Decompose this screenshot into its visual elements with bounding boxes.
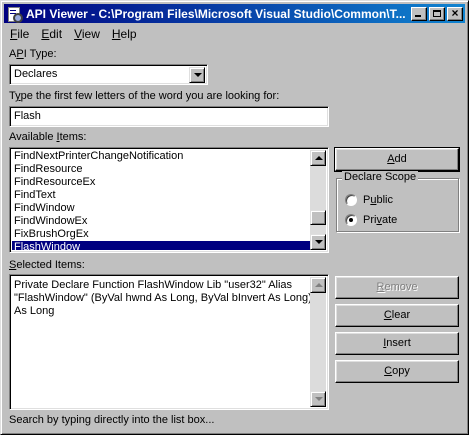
search-input[interactable]: Flash xyxy=(9,106,329,127)
selected-items-scrollbar[interactable] xyxy=(310,277,326,407)
api-viewer-window: API Viewer - C:\Program Files\Microsoft … xyxy=(0,0,469,435)
chevron-down-icon xyxy=(194,73,202,77)
menu-help-accel: H xyxy=(111,26,121,41)
minimize-button[interactable] xyxy=(411,6,427,21)
list-item-selected[interactable]: FlashWindow xyxy=(12,241,310,250)
search-label: Type the first few letters of the word y… xyxy=(9,90,280,102)
add-button[interactable]: Add xyxy=(334,147,460,172)
close-icon: × xyxy=(451,5,459,20)
remove-button[interactable]: Remove xyxy=(335,276,459,299)
search-input-value: Flash xyxy=(14,110,41,122)
selected-items-text: Private Declare Function FlashWindow Lib… xyxy=(14,279,312,317)
api-type-label: API Type: xyxy=(9,48,57,60)
title-bar[interactable]: API Viewer - C:\Program Files\Microsoft … xyxy=(4,4,465,23)
menu-view-accel: V xyxy=(74,26,82,41)
maximize-icon xyxy=(433,9,441,17)
api-type-dropdown-button[interactable] xyxy=(189,67,205,83)
chevron-down-icon xyxy=(315,240,323,244)
scroll-thumb[interactable] xyxy=(310,210,326,225)
available-items-viewport: FindNextPrinterChangeNotification FindRe… xyxy=(12,150,310,250)
api-type-combo[interactable]: Declares xyxy=(9,64,208,85)
radio-private-icon[interactable] xyxy=(345,214,357,226)
api-viewer-icon[interactable] xyxy=(6,6,23,23)
list-item[interactable]: FindWindow xyxy=(12,202,310,215)
available-items-scrollbar[interactable] xyxy=(310,150,326,250)
selected-items-textbox[interactable]: Private Declare Function FlashWindow Lib… xyxy=(9,274,329,410)
list-item[interactable]: FindResource xyxy=(12,163,310,176)
insert-button[interactable]: Insert xyxy=(335,332,459,355)
available-items-list[interactable]: FindNextPrinterChangeNotification FindRe… xyxy=(9,147,329,253)
list-item[interactable]: FindNextPrinterChangeNotification xyxy=(12,150,310,163)
chevron-up-icon xyxy=(315,283,323,287)
declare-scope-title: Declare Scope xyxy=(342,171,419,183)
scroll-down-button[interactable] xyxy=(310,391,326,407)
menu-help[interactable]: Help xyxy=(106,27,143,41)
chevron-up-icon xyxy=(315,156,323,160)
menu-file-label: ile xyxy=(17,26,30,41)
list-item[interactable]: FixBrushOrgEx xyxy=(12,228,310,241)
maximize-button[interactable] xyxy=(429,6,445,21)
private-radio[interactable]: Pri v ate xyxy=(345,213,397,227)
scroll-up-button[interactable] xyxy=(310,150,326,166)
status-bar-text: Search by typing directly into the list … xyxy=(9,414,215,426)
list-item[interactable]: FindWindowEx xyxy=(12,215,310,228)
menu-file[interactable]: File xyxy=(4,27,35,41)
radio-public-icon[interactable] xyxy=(345,194,357,206)
menu-view-label: iew xyxy=(81,26,100,41)
window-title: API Viewer - C:\Program Files\Microsoft … xyxy=(26,6,406,21)
declare-scope-group: Declare Scope Pu blic Pri v ate xyxy=(336,171,459,232)
api-type-value: Declares xyxy=(14,68,58,80)
menu-edit[interactable]: Edit xyxy=(35,27,68,41)
list-item[interactable]: FindText xyxy=(12,189,310,202)
menu-view[interactable]: View xyxy=(68,27,106,41)
list-item[interactable]: FindResourceEx xyxy=(12,176,310,189)
available-items-label: Available Items: xyxy=(9,131,87,143)
scroll-up-button[interactable] xyxy=(310,277,326,293)
radio-selected-dot xyxy=(349,218,353,222)
chevron-down-icon xyxy=(315,397,323,401)
copy-button[interactable]: Copy xyxy=(335,360,459,383)
menu-bar: File Edit View Help xyxy=(4,24,143,43)
selected-items-label: Selected Items: xyxy=(9,259,85,271)
minimize-icon xyxy=(415,14,421,17)
public-radio[interactable]: Pu blic xyxy=(345,193,393,207)
scroll-down-button[interactable] xyxy=(310,234,326,250)
menu-edit-label: dit xyxy=(49,26,63,41)
close-button[interactable]: × xyxy=(447,5,463,21)
menu-help-label: elp xyxy=(120,26,137,41)
clear-button[interactable]: Clear xyxy=(335,304,459,327)
